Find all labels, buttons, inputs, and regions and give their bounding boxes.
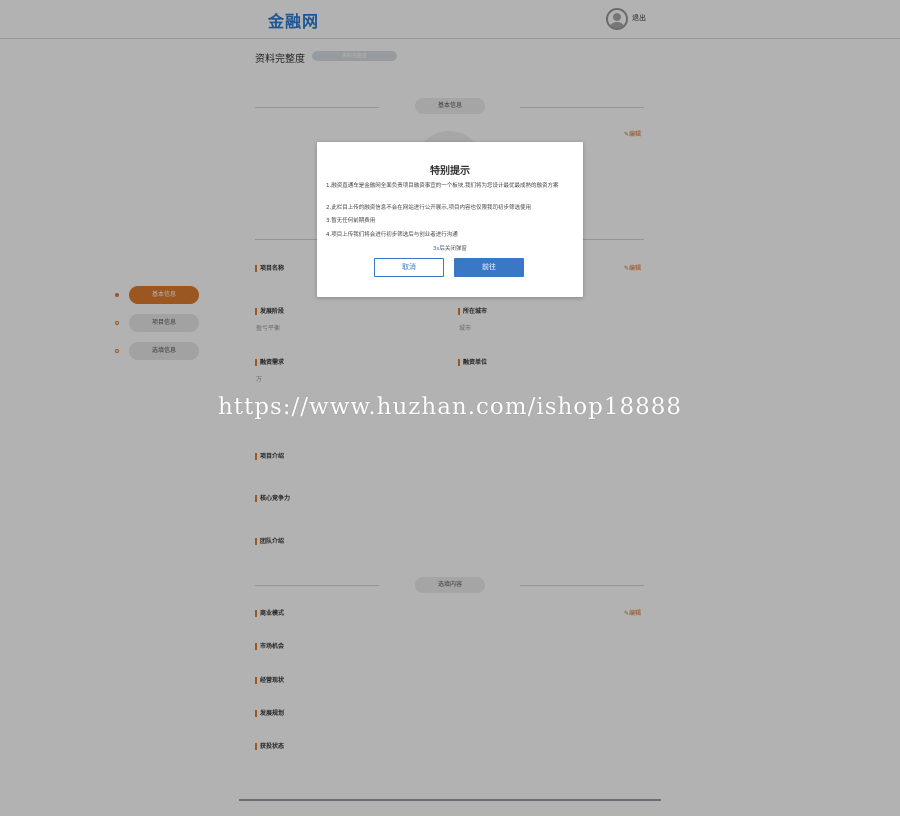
cancel-button[interactable]: 取消 [374,258,444,277]
notice-dialog: 特别提示 1.融资直通车是金融网全面负责项目融资事宜的一个板块,我们将为您设计最… [317,142,583,297]
watermark-text: https://www.huzhan.com/ishop18888 [217,394,683,420]
countdown-text: 3s后关闭弹窗 [317,244,583,252]
countdown-label: 后关闭弹窗 [439,246,467,252]
dialog-title: 特别提示 [430,166,470,177]
go-button[interactable]: 前往 [454,258,524,277]
notice-line-3: 3.暂无任何前期费用 [326,218,376,224]
notice-line-4: 4.项目上传我们将会进行初步筛选后与创业者进行沟通 [326,232,458,238]
notice-line-1: 1.融资直通车是金融网全面负责项目融资事宜的一个板块,我们将为您设计最优最成熟的… [326,183,559,189]
notice-line-2: 2.此栏目上传的融资信息不会在网站进行公开展示,项目内容也仅限我司初步筛选使用 [326,205,531,211]
